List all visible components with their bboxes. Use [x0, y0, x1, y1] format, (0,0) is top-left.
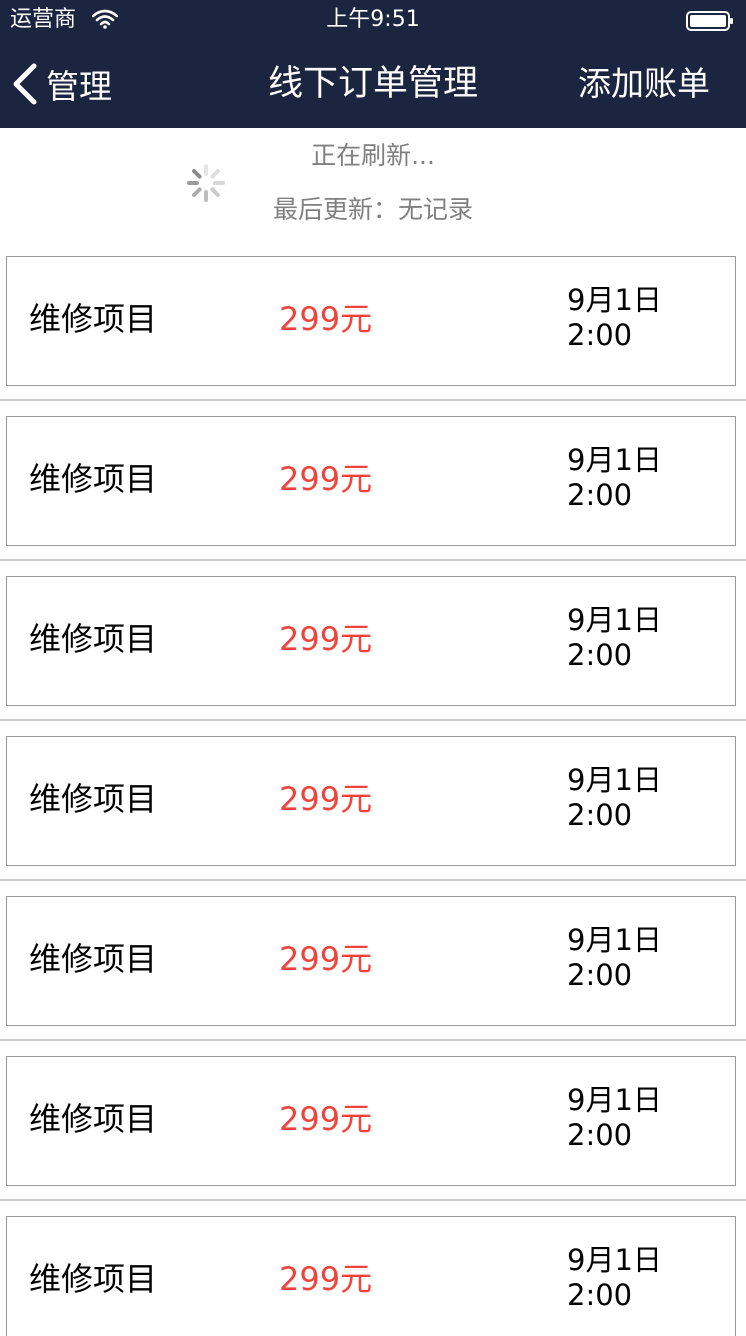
item-name: 维修项目: [29, 1100, 158, 1138]
list-item: 维修项目 299元 9月1日 2:00: [0, 1212, 746, 1336]
item-price: 299元: [279, 1260, 373, 1298]
item-date: 9月1日: [567, 763, 662, 797]
item-name: 维修项目: [29, 460, 158, 498]
header: 运营商 上午9:51 管理 线下订单管理 添加账单: [0, 0, 746, 128]
list-item: 维修项目 299元 9月1日 2:00: [0, 892, 746, 1052]
list-item: 维修项目 299元 9月1日 2:00: [0, 572, 746, 732]
item-time: 2:00: [567, 1118, 633, 1152]
last-updated-text: 最后更新：无记录: [272, 195, 473, 224]
pull-to-refresh-header: 正在刷新... 最后更新：无记录: [0, 128, 746, 252]
order-list: 维修项目 299元 9月1日 2:00 维修项目 299元 9月1日 2:00 …: [0, 252, 746, 1336]
list-item: 维修项目 299元 9月1日 2:00: [0, 732, 746, 892]
refresh-status-text: 正在刷新...: [311, 141, 435, 170]
item-name: 维修项目: [29, 620, 158, 658]
item-time: 2:00: [567, 1278, 633, 1312]
item-time: 2:00: [567, 798, 633, 832]
item-price: 299元: [279, 300, 373, 338]
order-card[interactable]: 维修项目 299元 9月1日 2:00: [6, 1056, 736, 1186]
item-date: 9月1日: [567, 1243, 662, 1277]
item-name: 维修项目: [29, 300, 158, 338]
status-time: 上午9:51: [326, 7, 420, 32]
order-card[interactable]: 维修项目 299元 9月1日 2:00: [6, 1216, 736, 1336]
item-date: 9月1日: [567, 443, 662, 477]
item-price: 299元: [279, 940, 373, 978]
item-date: 9月1日: [567, 603, 662, 637]
order-card[interactable]: 维修项目 299元 9月1日 2:00: [6, 896, 736, 1026]
item-price: 299元: [279, 460, 373, 498]
item-price: 299元: [279, 1100, 373, 1138]
item-date: 9月1日: [567, 923, 662, 957]
item-time: 2:00: [567, 318, 633, 352]
item-name: 维修项目: [29, 780, 158, 818]
item-date: 9月1日: [567, 283, 662, 317]
item-date: 9月1日: [567, 1083, 662, 1117]
item-name: 维修项目: [29, 940, 158, 978]
item-name: 维修项目: [29, 1260, 158, 1298]
order-card[interactable]: 维修项目 299元 9月1日 2:00: [6, 736, 736, 866]
list-item: 维修项目 299元 9月1日 2:00: [0, 1052, 746, 1212]
add-bill-button[interactable]: 添加账单: [578, 60, 710, 108]
status-bar: 运营商 上午9:51: [0, 0, 746, 40]
list-item: 维修项目 299元 9月1日 2:00: [0, 412, 746, 572]
item-price: 299元: [279, 620, 373, 658]
list-item: 维修项目 299元 9月1日 2:00: [0, 252, 746, 412]
battery-icon: [686, 11, 733, 31]
navigation-bar: 管理 线下订单管理 添加账单: [0, 40, 746, 128]
item-price: 299元: [279, 780, 373, 818]
item-time: 2:00: [567, 478, 633, 512]
order-card[interactable]: 维修项目 299元 9月1日 2:00: [6, 576, 736, 706]
item-time: 2:00: [567, 958, 633, 992]
order-card[interactable]: 维修项目 299元 9月1日 2:00: [6, 256, 736, 386]
item-time: 2:00: [567, 638, 633, 672]
order-card[interactable]: 维修项目 299元 9月1日 2:00: [6, 416, 736, 546]
